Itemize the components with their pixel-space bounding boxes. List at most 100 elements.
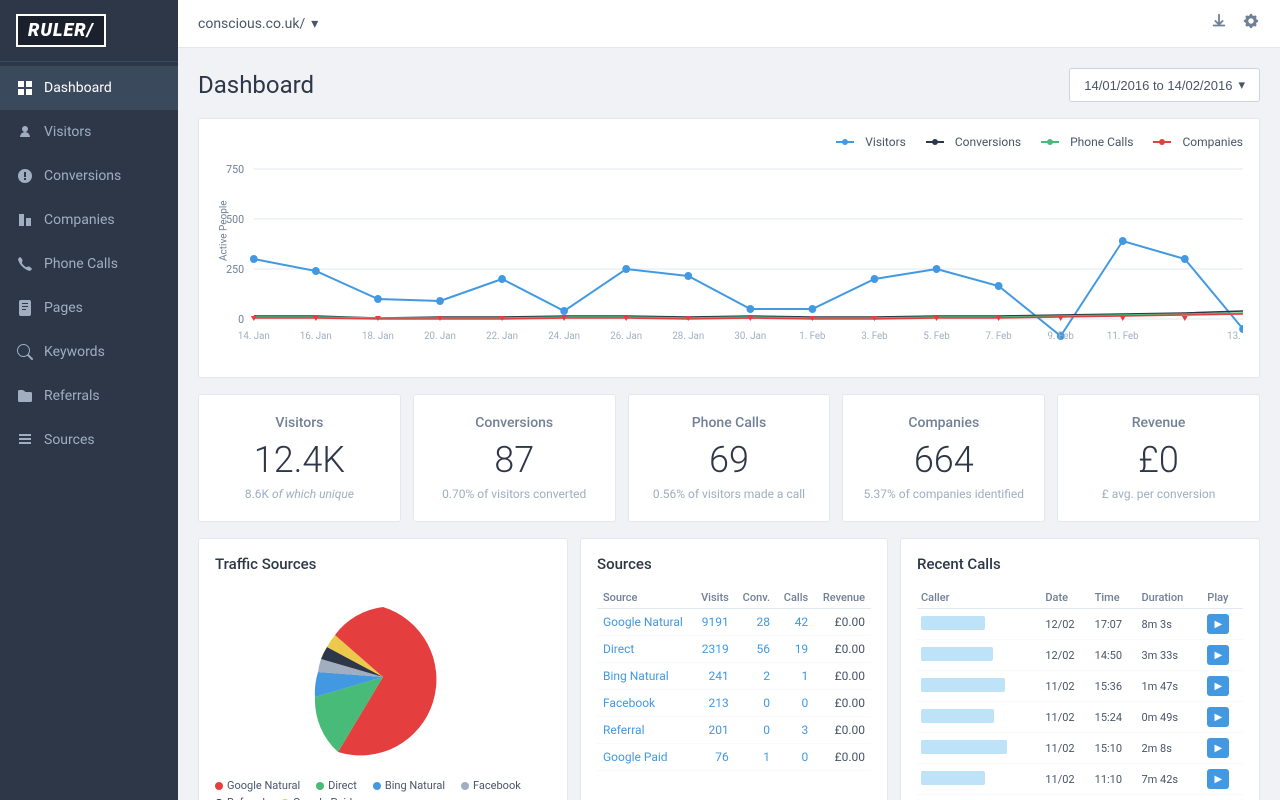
sidebar-item-companies[interactable]: Companies [0, 198, 178, 242]
stat-phone-calls-label: Phone Calls [649, 415, 810, 431]
source-name: Referral [597, 717, 693, 744]
topbar-actions [1210, 12, 1260, 35]
call-date: 11/02 [1041, 764, 1090, 795]
source-visits: 201 [693, 717, 735, 744]
sidebar-item-sources[interactable]: Sources [0, 418, 178, 462]
stat-visitors: Visitors 12.4K 8.6K of which unique [198, 394, 401, 522]
logo: RULER/ [0, 0, 178, 62]
source-name: Google Natural [597, 609, 693, 636]
facebook-dot [461, 782, 469, 790]
sidebar-item-dashboard[interactable]: Dashboard [0, 66, 178, 110]
legend-companies: Companies [1153, 135, 1243, 149]
table-row: 12/02 14:50 3m 33s ▶ [917, 640, 1243, 671]
phone-calls-icon [16, 255, 34, 273]
svg-text:5. Feb: 5. Feb [923, 331, 950, 342]
svg-text:28. Jan: 28. Jan [672, 331, 704, 342]
col-play: Play [1203, 587, 1243, 609]
dropdown-icon: ▾ [311, 16, 318, 32]
stat-revenue-sub: £ avg. per conversion [1078, 487, 1239, 501]
table-row: Bing Natural 241 2 1 £0.00 [597, 663, 871, 690]
sidebar-item-conversions[interactable]: Conversions [0, 154, 178, 198]
caller-cell [917, 764, 1041, 795]
call-time: 15:36 [1091, 671, 1138, 702]
sidebar-item-visitors[interactable]: Visitors [0, 110, 178, 154]
stat-visitors-value: 12.4K [219, 439, 380, 481]
play-button[interactable]: ▶ [1207, 676, 1229, 696]
svg-text:250: 250 [226, 263, 244, 276]
caller-bar [921, 709, 994, 723]
call-duration: 8m 3s [1137, 609, 1203, 640]
sidebar-label-keywords: Keywords [44, 344, 105, 360]
col-conv: Conv. [735, 587, 776, 609]
table-row: Facebook 213 0 0 £0.00 [597, 690, 871, 717]
svg-text:3. Feb: 3. Feb [861, 331, 888, 342]
play-button[interactable]: ▶ [1207, 614, 1229, 634]
legend-conversions-label: Conversions [955, 135, 1021, 149]
brand-name: RULER/ [28, 20, 94, 41]
referral-label: Referral [227, 796, 265, 800]
pie-legend: Google Natural Direct Bing Natural [215, 779, 551, 800]
table-row: 11/02 15:36 1m 47s ▶ [917, 671, 1243, 702]
source-visits: 2319 [693, 636, 735, 663]
source-conv: 28 [735, 609, 776, 636]
caller-cell [917, 702, 1041, 733]
table-row: Google Natural 9191 28 42 £0.00 [597, 609, 871, 636]
svg-text:26. Jan: 26. Jan [610, 331, 642, 342]
main-chart-card: Visitors Conversions Phone Calls Compani… [198, 118, 1260, 378]
call-play: ▶ [1203, 733, 1243, 764]
source-name: Facebook [597, 690, 693, 717]
caller-bar [921, 678, 1005, 692]
sidebar-label-referrals: Referrals [44, 388, 100, 404]
call-date: 11/02 [1041, 671, 1090, 702]
table-row: Direct 2319 56 19 £0.00 [597, 636, 871, 663]
caller-bar [921, 740, 1007, 754]
source-conv: 0 [735, 717, 776, 744]
download-icon[interactable] [1210, 12, 1228, 35]
col-source: Source [597, 587, 693, 609]
source-revenue: £0.00 [814, 663, 871, 690]
call-time: 17:07 [1091, 609, 1138, 640]
chart-area: 750 500 250 0 [215, 161, 1243, 361]
direct-dot [316, 782, 324, 790]
call-time: 14:50 [1091, 640, 1138, 671]
date-dropdown-icon: ▾ [1238, 77, 1245, 93]
play-button[interactable]: ▶ [1207, 645, 1229, 665]
date-range-label: 14/01/2016 to 14/02/2016 [1084, 78, 1232, 93]
source-visits: 9191 [693, 609, 735, 636]
source-revenue: £0.00 [814, 744, 871, 771]
svg-text:18. Jan: 18. Jan [362, 331, 394, 342]
sidebar-label-visitors: Visitors [44, 124, 91, 140]
svg-text:20. Jan: 20. Jan [424, 331, 456, 342]
play-button[interactable]: ▶ [1207, 769, 1229, 789]
dashboard-header: Dashboard 14/01/2016 to 14/02/2016 ▾ [198, 68, 1260, 102]
stat-conversions-sub: 0.70% of visitors converted [434, 487, 595, 501]
stat-companies-value: 664 [863, 439, 1024, 481]
stats-row: Visitors 12.4K 8.6K of which unique Conv… [198, 394, 1260, 522]
sidebar-item-pages[interactable]: Pages [0, 286, 178, 330]
play-button[interactable]: ▶ [1207, 738, 1229, 758]
source-revenue: £0.00 [814, 636, 871, 663]
sidebar-item-keywords[interactable]: Keywords [0, 330, 178, 374]
settings-icon[interactable] [1242, 12, 1260, 35]
source-visits: 76 [693, 744, 735, 771]
play-button[interactable]: ▶ [1207, 707, 1229, 727]
col-calls: Calls [776, 587, 814, 609]
svg-text:13. Feb: 13. Feb [1227, 331, 1243, 342]
caller-cell [917, 640, 1041, 671]
pie-container: Google Natural Direct Bing Natural [215, 587, 551, 800]
sidebar-label-companies: Companies [44, 212, 115, 228]
stat-phone-calls-sub: 0.56% of visitors made a call [649, 487, 810, 501]
caller-bar [921, 771, 985, 785]
date-range-button[interactable]: 14/01/2016 to 14/02/2016 ▾ [1069, 68, 1260, 102]
domain-selector[interactable]: conscious.co.uk/ ▾ [198, 16, 318, 32]
call-date: 12/02 [1041, 609, 1090, 640]
svg-text:24. Jan: 24. Jan [548, 331, 580, 342]
sidebar-item-referrals[interactable]: Referrals [0, 374, 178, 418]
sidebar-item-phone-calls[interactable]: Phone Calls [0, 242, 178, 286]
source-visits: 241 [693, 663, 735, 690]
col-date: Date [1041, 587, 1090, 609]
table-row: 12/02 17:07 8m 3s ▶ [917, 609, 1243, 640]
source-conv: 0 [735, 690, 776, 717]
sidebar-label-dashboard: Dashboard [44, 80, 112, 96]
stat-revenue: Revenue £0 £ avg. per conversion [1057, 394, 1260, 522]
